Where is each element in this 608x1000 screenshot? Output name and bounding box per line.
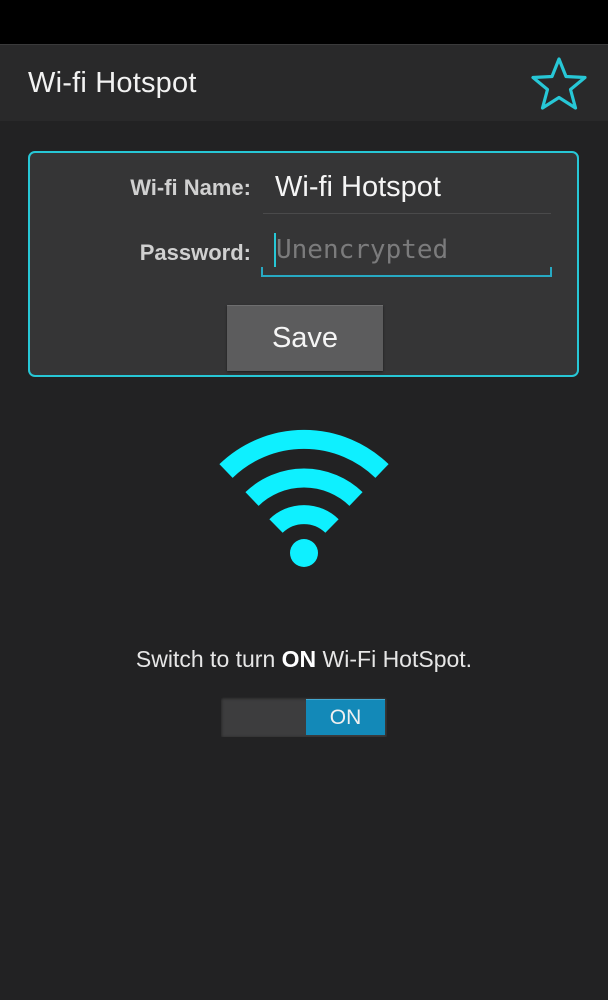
hotspot-toggle[interactable]: ON	[221, 697, 387, 737]
save-button[interactable]: Save	[227, 305, 383, 371]
switch-prompt-suffix: Wi-Fi HotSpot.	[316, 646, 473, 672]
wifi-name-field[interactable]: Wi-fi Hotspot	[263, 161, 551, 214]
star-outline-icon	[531, 57, 587, 110]
password-label: Password:	[139, 240, 251, 265]
wifi-name-label: Wi-fi Name:	[130, 175, 251, 200]
hotspot-settings-panel: Wi-fi Name: Wi-fi Hotspot Password: Save	[28, 151, 579, 377]
toggle-thumb[interactable]: ON	[306, 699, 385, 735]
password-field[interactable]	[261, 227, 552, 277]
switch-prompt: Switch to turn ON Wi-Fi HotSpot.	[0, 646, 608, 673]
wifi-name-value[interactable]: Wi-fi Hotspot	[275, 171, 441, 204]
switch-prompt-prefix: Switch to turn	[135, 646, 282, 672]
app-title: Wi-fi Hotspot	[28, 67, 197, 99]
switch-prompt-state: ON	[281, 646, 317, 672]
action-bar: Wi-fi Hotspot	[0, 44, 608, 121]
password-input[interactable]	[276, 233, 546, 267]
wifi-icon	[219, 429, 389, 567]
status-bar	[0, 0, 608, 44]
favorite-button[interactable]	[528, 55, 590, 113]
